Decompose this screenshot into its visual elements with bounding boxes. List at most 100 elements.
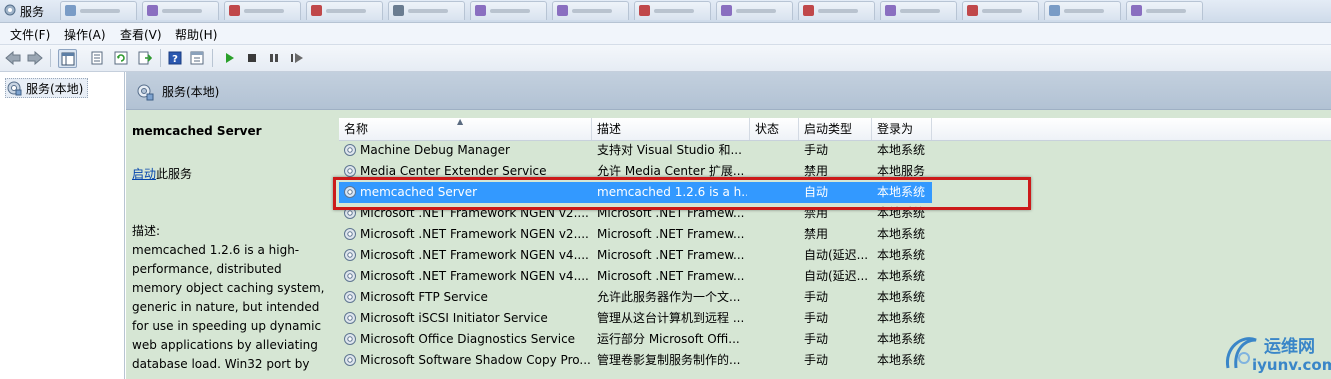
column-startup-type[interactable]: 启动类型: [799, 118, 872, 140]
window-title: 服务: [20, 5, 45, 19]
background-tab[interactable]: [224, 1, 301, 20]
cell-startup: 手动: [804, 311, 829, 325]
column-status-label: 状态: [755, 122, 780, 136]
toolbar-separator: [160, 49, 161, 67]
svg-text:?: ?: [172, 54, 178, 65]
service-gear-icon: [344, 228, 356, 240]
background-tab[interactable]: [798, 1, 875, 20]
column-name[interactable]: 名称 ▲: [339, 117, 592, 140]
cell-logon: 本地系统: [877, 353, 926, 367]
description-label: 描述:: [132, 224, 161, 238]
forward-icon[interactable]: [26, 49, 44, 67]
service-gear-icon: [344, 144, 356, 156]
browser-tab-strip: [60, 1, 1208, 21]
column-logon-label: 登录为: [877, 122, 914, 136]
help-icon[interactable]: ?: [166, 49, 184, 67]
cell-status: [755, 266, 799, 287]
sort-ascending-icon: ▲: [457, 117, 464, 126]
pause-icon[interactable]: [265, 49, 283, 67]
column-name-label: 名称: [344, 122, 369, 136]
selected-service-name: memcached Server: [132, 124, 262, 138]
service-action: 启动此服务: [132, 165, 192, 182]
cell-status: [755, 287, 799, 308]
start-icon[interactable]: [220, 49, 238, 67]
back-icon[interactable]: [4, 49, 22, 67]
menu-bar: 文件(F) 操作(A) 查看(V) 帮助(H): [0, 23, 1331, 45]
column-status[interactable]: 状态: [750, 118, 799, 140]
column-logon-as[interactable]: 登录为: [872, 118, 932, 140]
view-icon[interactable]: [188, 49, 206, 67]
cell-status: [755, 329, 799, 350]
cell-logon: 本地系统: [877, 248, 926, 262]
cell-desc: Microsoft .NET Framew...: [597, 269, 745, 283]
service-row[interactable]: Microsoft .NET Framework NGEN v2.... Micr…: [339, 224, 1331, 245]
background-tab[interactable]: [60, 1, 137, 20]
background-tab[interactable]: [1126, 1, 1203, 20]
service-gear-icon: [344, 291, 356, 303]
background-tab[interactable]: [388, 1, 465, 20]
column-description-label: 描述: [597, 122, 622, 136]
service-row[interactable]: Microsoft Office Diagnostics Service 运行部分…: [339, 329, 1331, 350]
column-description[interactable]: 描述: [592, 118, 750, 140]
background-tab[interactable]: [880, 1, 957, 20]
tree-item-label: 服务(本地): [26, 81, 84, 96]
cell-name: Microsoft Software Shadow Copy Pro...: [360, 353, 590, 367]
background-tab[interactable]: [470, 1, 547, 20]
background-tab[interactable]: [306, 1, 383, 20]
start-service-link[interactable]: 启动: [132, 167, 156, 181]
menu-view[interactable]: 查看(V): [120, 26, 162, 43]
panel-title: 服务(本地): [162, 85, 220, 99]
column-startup-label: 启动类型: [804, 122, 853, 136]
service-row[interactable]: Machine Debug Manager 支持对 Visual Studio 和…: [339, 140, 1331, 161]
background-tab[interactable]: [962, 1, 1039, 20]
cell-desc: 管理卷影复制服务制作的...: [597, 353, 741, 367]
console-tree-icon[interactable]: [58, 49, 77, 68]
cell-startup: 手动: [804, 143, 829, 157]
cell-name: Microsoft iSCSI Initiator Service: [360, 311, 548, 325]
cell-desc: 允许此服务器作为一个文...: [597, 290, 741, 304]
menu-file[interactable]: 文件(F): [10, 26, 50, 43]
cell-logon: 本地系统: [877, 311, 926, 325]
background-tab[interactable]: [1044, 1, 1121, 20]
export-icon[interactable]: [136, 49, 154, 67]
tree-item-services-local[interactable]: 服务(本地): [5, 78, 89, 98]
properties-icon[interactable]: [88, 49, 106, 67]
cell-desc: 管理从这台计算机到远程 ...: [597, 311, 745, 325]
cell-name: Microsoft .NET Framework NGEN v4....: [360, 248, 589, 262]
watermark-en: iyunv.com: [1252, 356, 1331, 374]
cell-name: Microsoft .NET Framework NGEN v4....: [360, 269, 589, 283]
service-gear-icon: [344, 249, 356, 261]
cell-startup: 手动: [804, 290, 829, 304]
service-row[interactable]: Microsoft .NET Framework NGEN v4.... Micr…: [339, 266, 1331, 287]
background-tab[interactable]: [142, 1, 219, 20]
cell-desc: 支持对 Visual Studio 和...: [597, 143, 742, 157]
highlight-annotation-box: [333, 177, 1031, 210]
restart-icon[interactable]: [288, 49, 306, 67]
refresh-icon[interactable]: [112, 49, 130, 67]
cell-desc: Microsoft .NET Framew...: [597, 248, 745, 262]
service-gear-icon: [344, 270, 356, 282]
background-tab[interactable]: [634, 1, 711, 20]
cell-startup: 自动(延迟...: [804, 248, 869, 262]
service-row[interactable]: Microsoft Software Shadow Copy Pro... 管理卷…: [339, 350, 1331, 371]
cell-name: Microsoft Office Diagnostics Service: [360, 332, 576, 346]
cell-logon: 本地系统: [877, 143, 926, 157]
toolbar-separator: [50, 49, 51, 67]
cell-startup: 禁用: [804, 227, 829, 241]
service-row[interactable]: Microsoft FTP Service 允许此服务器作为一个文... 手动 本地系…: [339, 287, 1331, 308]
menu-help[interactable]: 帮助(H): [175, 26, 217, 43]
menu-action[interactable]: 操作(A): [64, 26, 106, 43]
title-bar: 服务: [0, 0, 1331, 23]
background-tab[interactable]: [552, 1, 629, 20]
service-row[interactable]: Microsoft iSCSI Initiator Service 管理从这台计算…: [339, 308, 1331, 329]
cell-startup: 手动: [804, 332, 829, 346]
background-tab[interactable]: [716, 1, 793, 20]
service-row[interactable]: Microsoft .NET Framework NGEN v4.... Micr…: [339, 245, 1331, 266]
column-header-row: 名称 ▲ 描述 状态 启动类型 登录为: [339, 117, 1331, 141]
toolbar: ?: [0, 45, 1331, 72]
service-gear-icon: [344, 354, 356, 366]
service-description: memcached 1.2.6 is a high-performance, d…: [132, 243, 325, 371]
cell-startup: 自动(延迟...: [804, 269, 869, 283]
service-gear-icon: [344, 333, 356, 345]
stop-icon[interactable]: [243, 49, 261, 67]
